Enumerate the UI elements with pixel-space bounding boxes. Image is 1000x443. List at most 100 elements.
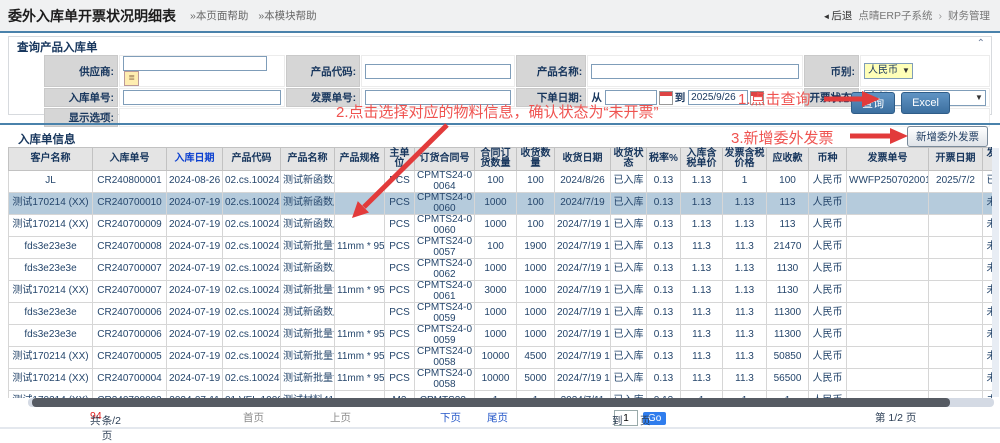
breadcrumb-system[interactable]: 点晴ERP子系统 [858,8,932,23]
table-cell: 1130 [767,259,809,281]
table-cell: 已入库 [611,215,647,237]
table-row[interactable]: fds3e23e3eCR2407000062024-07-1902.cs.100… [9,303,993,325]
table-cell: 已入库 [611,303,647,325]
table-cell [847,391,929,399]
table-row[interactable]: fds3e23e3eCR2407000062024-07-1902.cs.100… [9,325,993,347]
table-cell: 2024/7/19 10 [555,303,611,325]
table-cell: 11300 [767,325,809,347]
column-header[interactable]: 入库日期 [167,148,223,171]
table-cell: 2024-07-19 [167,193,223,215]
product-code-label: 产品代码: [286,55,360,87]
back-button[interactable]: ◄后退 [822,8,852,23]
column-header: 币种 [809,148,847,171]
table-cell: 0.13 [647,237,681,259]
table-cell: 1000 [517,325,555,347]
inbound-no-input[interactable] [123,90,281,105]
product-name-input[interactable] [591,64,799,79]
table-cell: CPMTS24-00058 [415,369,475,391]
currency-select[interactable]: 人民币▼ [864,63,913,79]
table-cell: 1000 [517,259,555,281]
table-cell: 人民币 [809,303,847,325]
add-outsource-invoice-button[interactable]: 新增委外发票 [907,126,988,147]
table-cell: 2024-07-19 [167,281,223,303]
excel-button[interactable]: Excel [901,92,950,114]
table-cell: 11.3 [681,347,723,369]
table-cell: 50850 [767,347,809,369]
table-cell: 21470 [767,237,809,259]
supplier-picker-icon[interactable]: ≣ [124,71,139,86]
table-row[interactable]: 测试170214 (XX)CR2407000092024-07-1902.cs.… [9,215,993,237]
table-cell: 11.3 [681,237,723,259]
table-cell: 测试170214 (XX) [9,193,93,215]
table-cell: 2025/7/2 [929,171,983,193]
table-cell: 1000 [475,193,517,215]
table-cell: 01.VEL.10000 [223,391,281,399]
calendar-icon[interactable] [659,91,673,105]
table-header-row: 客户名称入库单号入库日期产品代码产品名称产品规格主单位订货合同号合同订货数量收货… [9,148,993,171]
horizontal-scrollbar-thumb[interactable] [32,398,950,407]
table-cell: 已入库 [611,193,647,215]
table-cell: 人民币 [809,171,847,193]
table-cell: 02.cs.100246 [223,369,281,391]
table-cell: 0.13 [647,303,681,325]
table-cell: 未开票 [983,259,993,281]
table-row[interactable]: fds3e23e3eCR2407000072024-07-1902.cs.100… [9,259,993,281]
table-cell: 测试新批量领 [281,281,335,303]
table-cell: 2024-07-19 [167,215,223,237]
table-cell: 1.13 [723,193,767,215]
table-cell: 已入库 [611,171,647,193]
module-help-link[interactable]: »本模块帮助 [258,8,316,23]
column-header: 收货日期 [555,148,611,171]
table-row[interactable]: 测试170214 (XX)CR2407000072024-07-1902.cs.… [9,281,993,303]
annotation-step3: 3.新增委外发票 [731,127,834,148]
column-header: 订货合同号 [415,148,475,171]
back-arrow-icon: ◄ [822,12,830,21]
annotation-step2: 2.点击选择对应的物料信息，确认状态为“未开票” [336,101,659,122]
next-page-link[interactable]: 下页 [440,410,461,425]
table-cell: 测试新函数成 [281,303,335,325]
record-count: 共94条/2页 [90,410,102,422]
supplier-input[interactable] [123,56,267,71]
table-cell: 未开票 [983,303,993,325]
query-button[interactable]: 查询 [851,92,895,114]
table-cell: 1.13 [681,215,723,237]
table-cell: CPMTS24-00059 [415,325,475,347]
table-cell [929,303,983,325]
table-cell: 11.3 [723,237,767,259]
table-cell: 02.cs.100241 [223,303,281,325]
page-help-link[interactable]: »本页面帮助 [190,8,248,23]
column-header: 应收款 [767,148,809,171]
table-cell: 测试新批量领 [281,347,335,369]
table-row[interactable]: JLCR2408000012024-08-2602.cs.100241测试新函数… [9,171,993,193]
column-header: 合同订货数量 [475,148,517,171]
collapse-panel-icon[interactable]: ⌃ [977,39,985,49]
last-page-link[interactable]: 尾页 [487,410,508,425]
table-cell: 人民币 [809,215,847,237]
table-cell: JL [9,171,93,193]
column-header: 客户名称 [9,148,93,171]
table-cell: CPMTS24-00057 [415,237,475,259]
table-cell [335,303,385,325]
table-cell: CR240700009 [93,215,167,237]
annotation-step1: 1.点击查询 [738,88,811,109]
vertical-scrollbar[interactable] [992,148,999,397]
breadcrumb-module[interactable]: 财务管理 [948,8,990,23]
table-row[interactable]: 测试170214 (XX)CR2407000032024-07-1101.VEL… [9,391,993,399]
first-page-link[interactable]: 首页 [243,410,264,425]
table-cell: 0.13 [647,325,681,347]
table-cell: WWFP250702001 [847,171,929,193]
prev-page-link[interactable]: 上页 [330,410,351,425]
table-row[interactable]: 测试170214 (XX)CR2407000102024-07-1902.cs.… [9,193,993,215]
horizontal-scrollbar-track[interactable] [28,398,994,407]
product-code-input[interactable] [365,64,511,79]
breadcrumb-separator: › [939,10,943,22]
table-row[interactable]: 测试170214 (XX)CR2407000042024-07-1902.cs.… [9,369,993,391]
table-cell: 已入库 [611,325,647,347]
table-cell [929,369,983,391]
table-cell: 1.13 [681,259,723,281]
table-row[interactable]: fds3e23e3eCR2407000082024-07-1902.cs.100… [9,237,993,259]
table-cell [847,325,929,347]
table-cell: 0.13 [647,259,681,281]
table-cell [847,369,929,391]
table-row[interactable]: 测试170214 (XX)CR2407000052024-07-1902.cs.… [9,347,993,369]
